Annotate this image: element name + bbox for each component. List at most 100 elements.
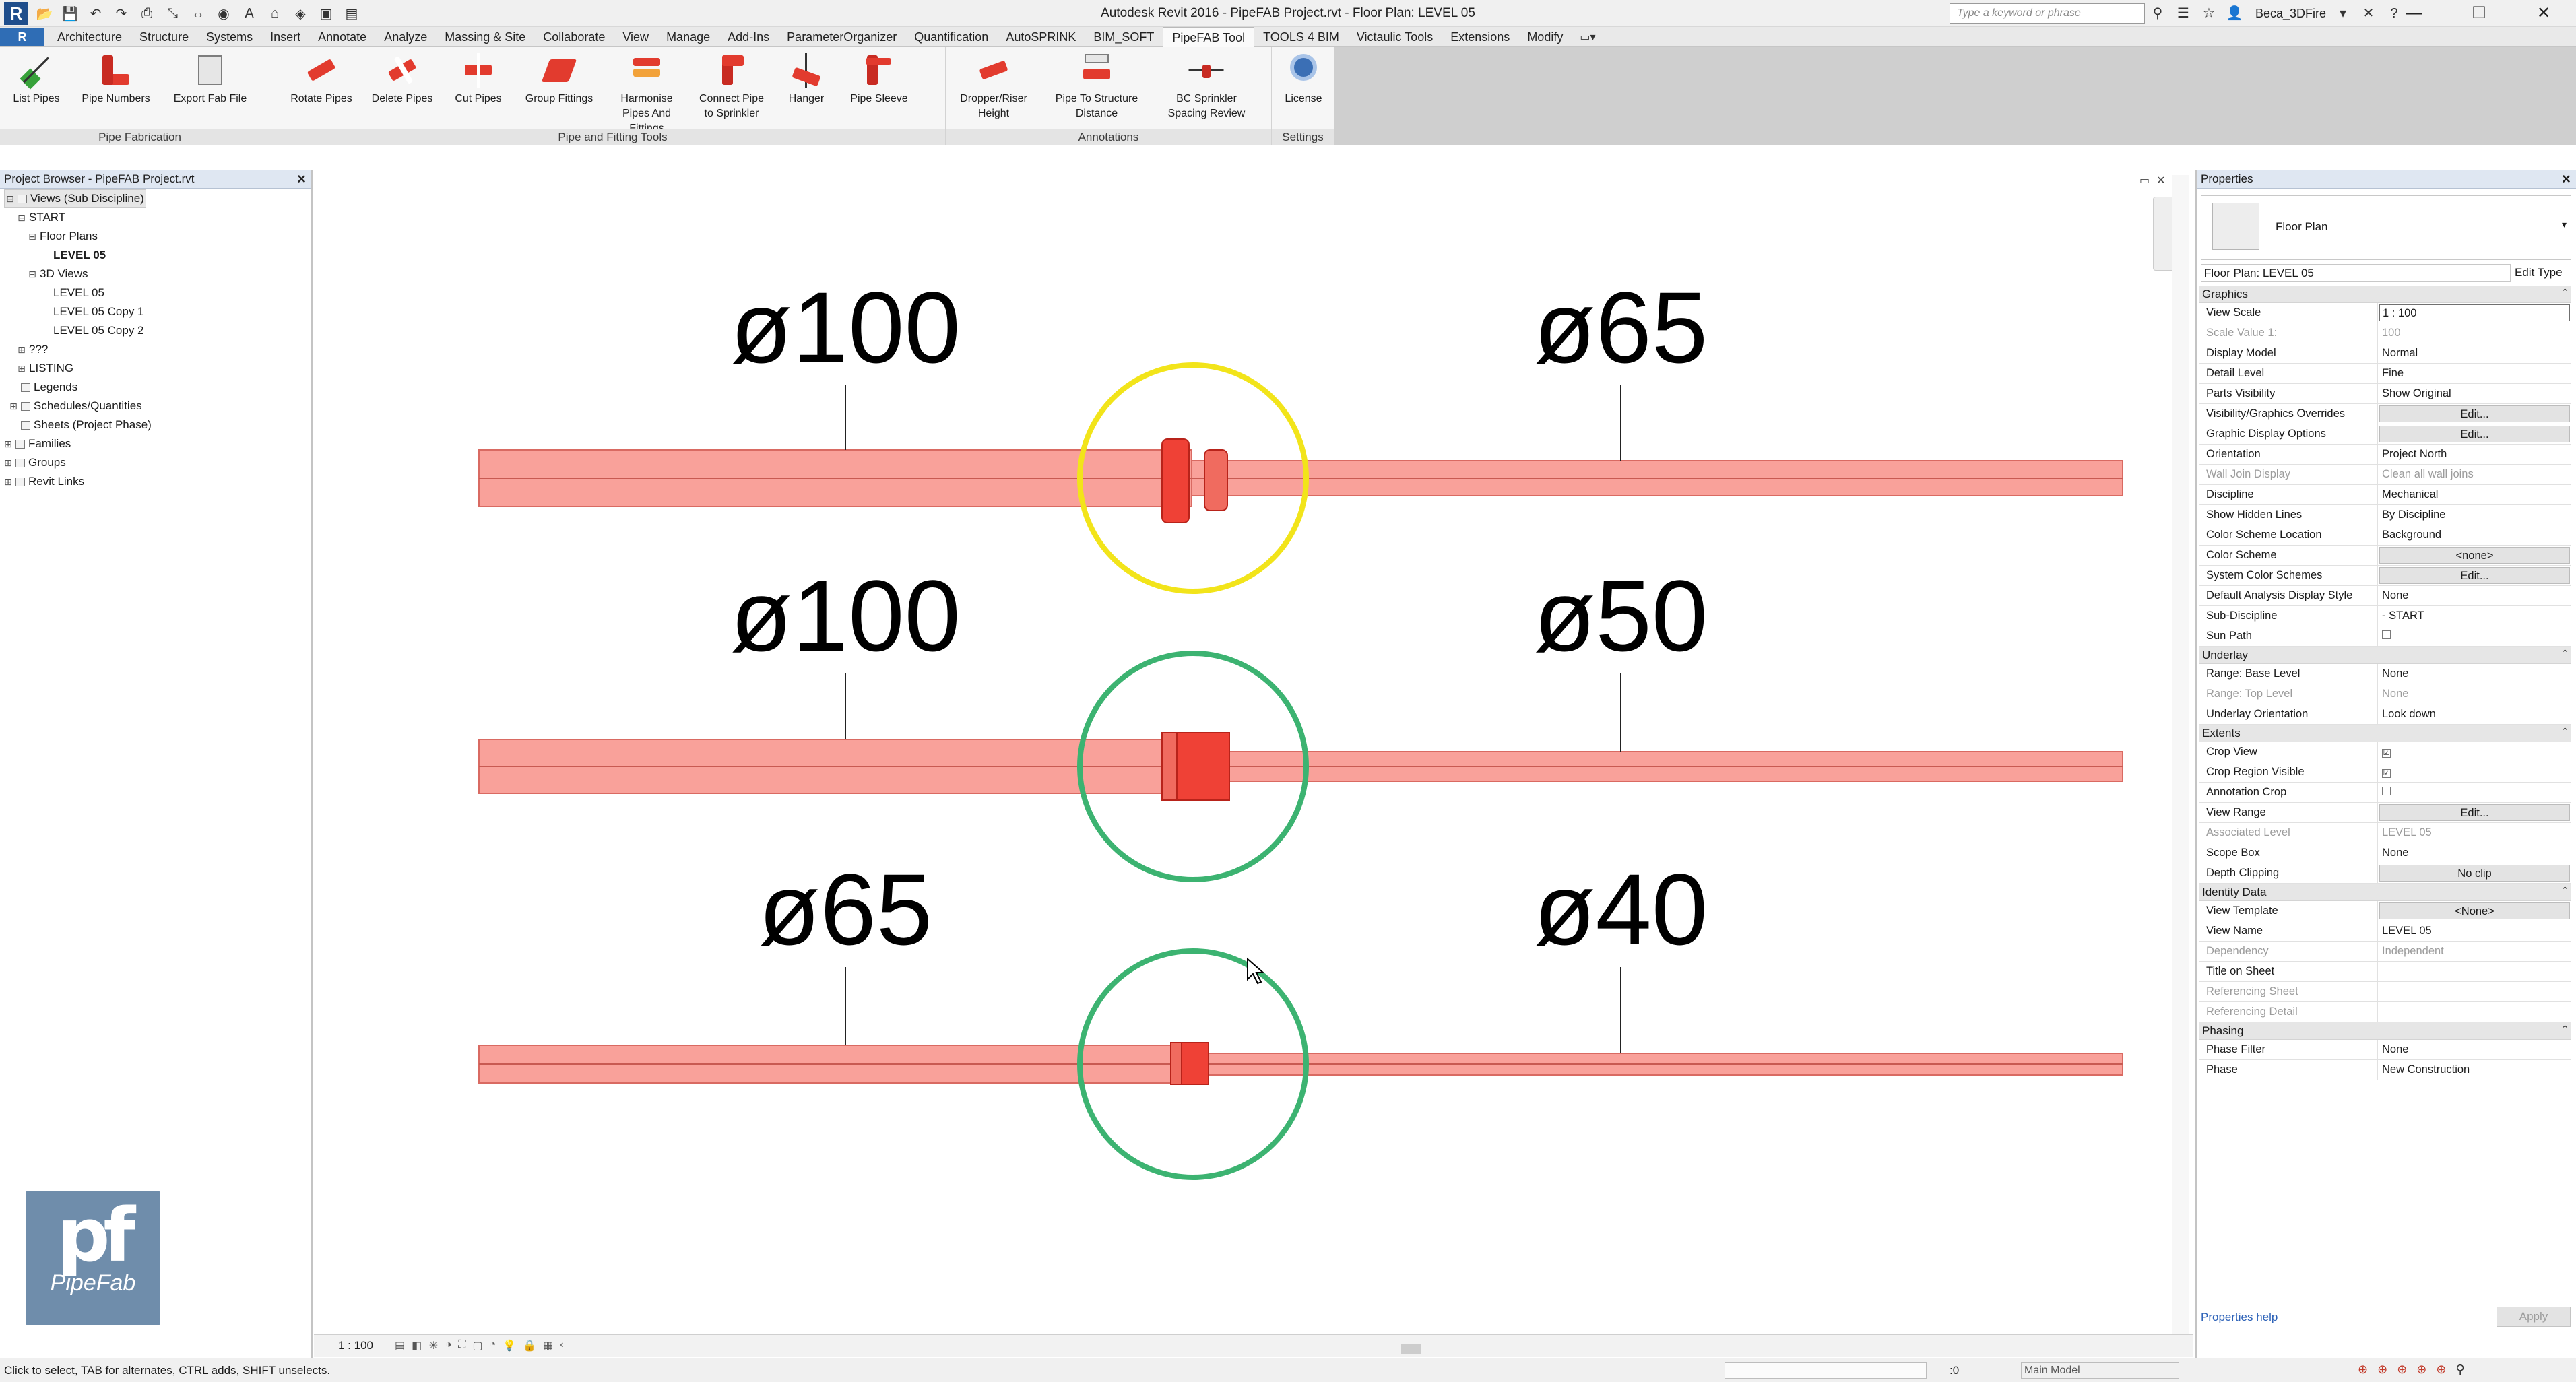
property-value[interactable]: Fine <box>2378 364 2571 383</box>
minimize-button[interactable]: — <box>2382 0 2447 27</box>
binoculars-icon[interactable]: ⚲ <box>2149 5 2166 22</box>
pipe-sleeve-button[interactable]: Pipe Sleeve <box>842 51 916 136</box>
property-group-header[interactable]: Graphics ⌃ <box>2199 286 2571 303</box>
tab-bim-soft[interactable]: BIM_SOFT <box>1085 27 1163 47</box>
tree-item[interactable]: ⊞??? <box>18 340 48 359</box>
tag-icon[interactable]: ◉ <box>214 4 233 23</box>
checkbox-icon[interactable]: ☑ <box>2382 769 2391 778</box>
ribbon-minimize-icon[interactable]: ▭▾ <box>1580 27 1595 47</box>
property-value[interactable]: By Discipline <box>2378 505 2571 525</box>
tab-modify[interactable]: Modify <box>1518 27 1572 47</box>
tab-annotate[interactable]: Annotate <box>309 27 375 47</box>
close-button[interactable]: ✕ <box>2511 0 2576 27</box>
expand-icon[interactable]: ⊞ <box>4 457 12 469</box>
tab-pipefab-tool[interactable]: PipeFAB Tool <box>1163 27 1255 47</box>
collapse-icon[interactable]: ⌃ <box>2561 885 2569 896</box>
pipe-reducer-fitting[interactable] <box>1161 438 1190 523</box>
group-fittings-button[interactable]: Group Fittings <box>517 51 601 136</box>
open-icon[interactable]: 📂 <box>35 4 54 23</box>
switch-windows-icon[interactable]: ▤ <box>342 4 361 23</box>
rotate-pipes-button[interactable]: Rotate Pipes <box>284 51 358 136</box>
property-value[interactable]: None <box>2378 586 2571 605</box>
close-view-icon[interactable]: ✕ <box>2156 174 2165 187</box>
collapse-icon[interactable]: ⌃ <box>2561 726 2569 737</box>
pipe-reducer-fitting[interactable] <box>1161 732 1178 801</box>
tree-item[interactable]: ⊟ Views (Sub Discipline) <box>4 189 146 208</box>
checkbox-icon[interactable] <box>2382 630 2391 639</box>
vertical-scrollbar[interactable] <box>2172 175 2189 1334</box>
property-edit-button[interactable]: Edit... <box>2379 405 2570 422</box>
property-value[interactable]: None <box>2378 664 2571 684</box>
tab-victaulic-tools[interactable]: Victaulic Tools <box>1348 27 1442 47</box>
pipe-size-tag[interactable]: ø65 <box>1534 271 1708 384</box>
property-checkbox[interactable] <box>2378 626 2571 646</box>
search-input[interactable]: Type a keyword or phrase <box>1950 3 2145 24</box>
redo-icon[interactable]: ↷ <box>112 4 131 23</box>
tree-item[interactable]: ⊞ LISTING <box>18 359 73 378</box>
mouse-cursor-icon[interactable] <box>1247 957 1265 985</box>
collapse-icon[interactable]: ⊟ <box>6 193 14 205</box>
harmonise-button[interactable]: Harmonise Pipes And Fittings <box>608 51 686 136</box>
pipe-to-structure-distance-button[interactable]: Pipe To Structure Distance <box>1043 51 1151 121</box>
pipe-size-tag[interactable]: ø65 <box>759 853 932 966</box>
property-value[interactable]: LEVEL 05 <box>2378 921 2571 941</box>
dimension-icon[interactable]: ↔ <box>189 4 207 23</box>
expand-icon[interactable]: ⊞ <box>9 401 18 412</box>
tab-extensions[interactable]: Extensions <box>1442 27 1518 47</box>
license-button[interactable]: License <box>1281 51 1326 106</box>
pipe-size-tag[interactable]: ø100 <box>730 271 961 384</box>
connect-pipe-to-sprinkler-button[interactable]: Connect Pipe to Sprinkler <box>693 51 771 136</box>
subscription-icon[interactable]: ☰ <box>2175 5 2192 22</box>
close-icon[interactable]: × <box>297 170 306 188</box>
collapse-icon[interactable]: ⊟ <box>18 212 26 224</box>
dropper-riser-height-button[interactable]: Dropper/Riser Height <box>950 51 1037 121</box>
expand-icon[interactable]: ⊞ <box>4 476 12 488</box>
property-value[interactable]: - START <box>2378 606 2571 626</box>
drawing-area[interactable]: ø100 ø65 ø100 ø50 ø65 ø40 <box>314 170 2193 1357</box>
tab-parameterorganizer[interactable]: ParameterOrganizer <box>778 27 905 47</box>
tab-analyze[interactable]: Analyze <box>375 27 436 47</box>
workset-selector[interactable] <box>1725 1362 1927 1379</box>
apply-button[interactable]: Apply <box>2497 1307 2571 1327</box>
property-group-header[interactable]: Extents ⌃ <box>2199 725 2571 742</box>
horizontal-scrollbar[interactable] <box>330 1344 2189 1354</box>
property-edit-button[interactable]: Edit... <box>2379 567 2570 584</box>
favorites-icon[interactable]: ☆ <box>2200 5 2218 22</box>
property-checkbox[interactable] <box>2378 783 2571 802</box>
pipe-size-tag[interactable]: ø40 <box>1534 853 1708 966</box>
floor-plan-view[interactable]: ø100 ø65 ø100 ø50 ø65 ø40 <box>314 170 2193 1334</box>
drag-elements-icon[interactable]: ⊕ <box>2436 1362 2446 1377</box>
tree-item[interactable]: Legends <box>9 378 77 397</box>
property-value[interactable] <box>2378 962 2571 981</box>
property-value[interactable]: Normal <box>2378 343 2571 363</box>
tree-item[interactable]: LEVEL 05 <box>42 284 104 302</box>
properties-help-link[interactable]: Properties help <box>2201 1311 2278 1324</box>
tab-quantification[interactable]: Quantification <box>905 27 997 47</box>
sign-in-user[interactable]: Beca_3DFire <box>2255 7 2326 21</box>
hanger-button[interactable]: Hanger <box>777 51 835 136</box>
tab-insert[interactable]: Insert <box>261 27 309 47</box>
tree-item[interactable]: ⊞ Families <box>4 434 71 453</box>
expand-icon[interactable]: ⊞ <box>18 344 26 356</box>
close-icon[interactable]: × <box>2562 170 2571 188</box>
property-value[interactable]: New Construction <box>2378 1060 2571 1080</box>
tab-add-ins[interactable]: Add-Ins <box>719 27 778 47</box>
tab-massing-site[interactable]: Massing & Site <box>436 27 534 47</box>
expand-icon[interactable]: ⊞ <box>18 363 26 374</box>
collapse-icon[interactable]: ⌃ <box>2561 1024 2569 1034</box>
undo-icon[interactable]: ↶ <box>86 4 105 23</box>
tree-item[interactable]: ⊟ START <box>18 208 65 227</box>
property-value[interactable]: None <box>2378 1040 2571 1059</box>
chevron-down-icon[interactable]: ▾ <box>2334 5 2352 22</box>
property-edit-button[interactable]: Edit... <box>2379 426 2570 442</box>
property-value[interactable]: Project North <box>2378 445 2571 464</box>
property-value[interactable]: Look down <box>2378 704 2571 724</box>
collapse-icon[interactable]: ⌃ <box>2561 287 2569 298</box>
3d-view-icon[interactable]: ⌂ <box>265 4 284 23</box>
checkbox-icon[interactable]: ☑ <box>2382 749 2391 758</box>
tree-item[interactable]: ⊞ Schedules/Quantities <box>9 397 142 416</box>
checkbox-icon[interactable] <box>2382 787 2391 795</box>
select-underlay-icon[interactable]: ⊕ <box>2377 1362 2387 1377</box>
design-option-selector[interactable]: Main Model <box>2021 1362 2179 1379</box>
tree-item[interactable]: LEVEL 05 <box>42 246 106 265</box>
